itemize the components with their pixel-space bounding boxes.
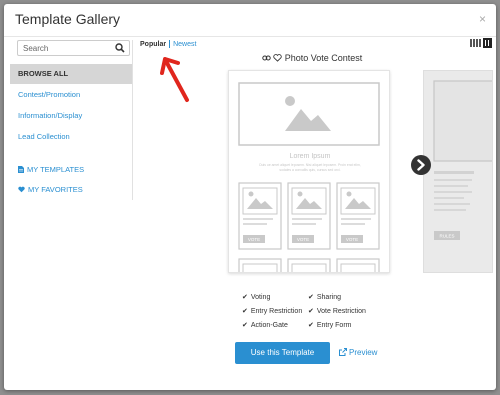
vote-item: VOTE	[336, 182, 380, 250]
feature-item: ✔ Entry Form	[308, 320, 408, 332]
preview-link-label: Preview	[349, 348, 378, 357]
next-template-preview[interactable]: RULES	[423, 70, 493, 273]
sort-tabs: Popular Newest	[140, 40, 196, 48]
modal-title: Template Gallery	[15, 11, 121, 27]
sidebar-item-label: MY TEMPLATES	[27, 165, 85, 174]
vote-label: VOTE	[248, 237, 260, 242]
rules-label: RULES	[439, 234, 454, 239]
external-link-icon	[339, 348, 347, 356]
sidebar-item-information-display[interactable]: Information/Display	[10, 106, 132, 126]
feature-label: Sharing	[316, 294, 342, 301]
check-icon: ✔	[308, 308, 314, 315]
sort-newest-tab[interactable]: Newest	[173, 41, 196, 48]
preview-body-line: sodales a convallis quis, cursus sed orc…	[279, 168, 340, 172]
document-icon	[18, 166, 24, 173]
sidebar-item-label: MY FAVORITES	[28, 185, 83, 194]
sidebar-item-my-favorites[interactable]: MY FAVORITES	[10, 180, 132, 200]
sort-separator	[169, 40, 171, 48]
view-toggle-icon[interactable]	[470, 38, 492, 48]
heart-outline-icon[interactable]	[273, 54, 282, 62]
sidebar-divider	[132, 40, 133, 200]
sidebar-item-my-templates[interactable]: MY TEMPLATES	[10, 160, 132, 180]
preview-link[interactable]: Preview	[339, 348, 377, 357]
sidebar-item-lead-collection[interactable]: Lead Collection	[10, 127, 132, 147]
sidebar-item-label: Lead Collection	[18, 132, 70, 141]
feature-label: Voting	[250, 294, 271, 301]
vote-item: VOTE	[238, 182, 282, 250]
link-icon	[262, 55, 271, 61]
next-template-button[interactable]	[411, 155, 431, 175]
feature-label: Action-Gate	[250, 322, 288, 329]
check-icon: ✔	[242, 308, 248, 315]
check-icon: ✔	[242, 322, 248, 329]
vote-item: VOTE	[287, 182, 331, 250]
search-box[interactable]	[17, 40, 130, 56]
search-input[interactable]	[23, 42, 111, 54]
vote-label: VOTE	[346, 237, 358, 242]
feature-label: Entry Form	[316, 322, 352, 329]
close-icon[interactable]: ×	[479, 12, 486, 26]
feature-item: ✔ Vote Restriction	[308, 306, 408, 318]
search-icon[interactable]	[115, 43, 125, 53]
feature-label: Entry Restriction	[250, 308, 303, 315]
feature-item: ✔ Sharing	[308, 292, 408, 304]
use-template-button[interactable]: Use this Template	[235, 342, 330, 364]
sidebar-item-contest-promotion[interactable]: Contest/Promotion	[10, 85, 132, 105]
preview-heading: Lorem Ipsum	[290, 153, 331, 160]
modal-header: Template Gallery ×	[4, 4, 496, 37]
sidebar: BROWSE ALL Contest/Promotion Information…	[10, 38, 133, 198]
next-template-wireframe: RULES	[433, 80, 492, 240]
preview-body-line: Duis ue amet aliquet leposem. Nisi aliqu…	[259, 163, 361, 167]
sidebar-item-label: BROWSE ALL	[18, 69, 69, 78]
heart-icon	[18, 186, 25, 193]
check-icon: ✔	[308, 322, 314, 329]
template-preview-wireframe: Lorem Ipsum Duis ue amet aliquet leposem…	[238, 82, 380, 272]
feature-label: Vote Restriction	[316, 308, 366, 315]
check-icon: ✔	[308, 294, 314, 301]
sidebar-item-label: Information/Display	[18, 111, 83, 120]
sort-popular-tab[interactable]: Popular	[140, 41, 166, 48]
annotation-arrow-icon	[160, 57, 189, 102]
template-preview-card[interactable]: Lorem Ipsum Duis ue amet aliquet leposem…	[228, 70, 390, 273]
template-name: Photo Vote Contest	[284, 53, 363, 63]
template-title: Photo Vote Contest	[237, 53, 387, 63]
chevron-right-icon	[417, 159, 425, 171]
check-icon: ✔	[242, 294, 248, 301]
sidebar-item-label: Contest/Promotion	[18, 90, 81, 99]
sidebar-item-browse-all[interactable]: BROWSE ALL	[10, 64, 132, 84]
vote-label: VOTE	[297, 237, 309, 242]
